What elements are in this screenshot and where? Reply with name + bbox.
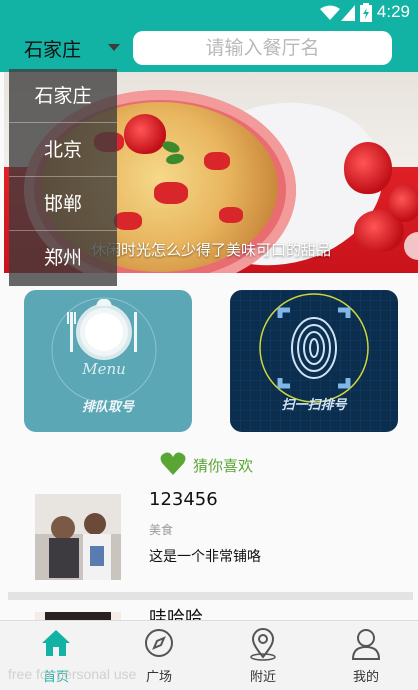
plate-text: Menu <box>81 360 126 378</box>
heart-icon <box>160 452 186 475</box>
signal-icon <box>341 5 355 21</box>
restaurant-thumbnail <box>35 494 121 580</box>
queue-ticket-label: 排队取号 <box>81 400 134 415</box>
top-bar: 石家庄 <box>0 24 418 72</box>
scan-queue-card[interactable]: 扫一扫排号 <box>230 290 398 432</box>
section-title: 猜你喜欢 <box>193 457 254 475</box>
city-dropdown: 石家庄 北京 邯郸 郑州 <box>9 69 117 286</box>
city-option[interactable]: 郑州 <box>9 231 117 285</box>
restaurant-category: 美食 <box>149 523 174 537</box>
tab-label: 我的 <box>352 670 379 685</box>
location-pin-icon <box>250 628 276 661</box>
tab-nearby[interactable]: 附近 <box>211 621 315 690</box>
restaurant-name: 123456 <box>149 489 218 510</box>
restaurant-description: 这是一个非常铺咯 <box>149 549 261 565</box>
carousel-indicator <box>192 265 237 273</box>
battery-icon <box>360 3 372 22</box>
banner-caption: 休闲时光怎么少得了美味可口的甜品 <box>91 241 332 259</box>
strawberry-image <box>124 114 166 154</box>
tab-label: 附近 <box>249 670 276 685</box>
tab-profile[interactable]: 我的 <box>314 621 418 690</box>
wifi-icon <box>320 5 340 20</box>
list-item[interactable]: 123456 美食 这是一个非常铺咯 <box>0 487 418 587</box>
list-divider <box>8 592 413 600</box>
chevron-down-icon[interactable] <box>108 44 120 51</box>
compass-icon <box>145 629 173 657</box>
search-box[interactable] <box>133 31 392 65</box>
city-option[interactable]: 北京 <box>9 123 117 177</box>
watermark: free for personal use <box>8 666 137 682</box>
status-bar: 4:29 <box>0 0 418 24</box>
user-icon <box>351 629 381 660</box>
list-item[interactable]: 哇哈哈 <box>0 602 418 622</box>
scan-queue-label: 扫一扫排号 <box>281 398 347 413</box>
clock: 4:29 <box>376 2 410 21</box>
home-icon <box>42 630 70 656</box>
city-option[interactable]: 邯郸 <box>9 177 117 231</box>
search-input[interactable] <box>133 31 392 65</box>
city-option[interactable]: 石家庄 <box>9 69 117 123</box>
city-selector[interactable]: 石家庄 <box>24 35 81 62</box>
queue-ticket-card[interactable]: Menu 排队取号 <box>24 290 192 432</box>
